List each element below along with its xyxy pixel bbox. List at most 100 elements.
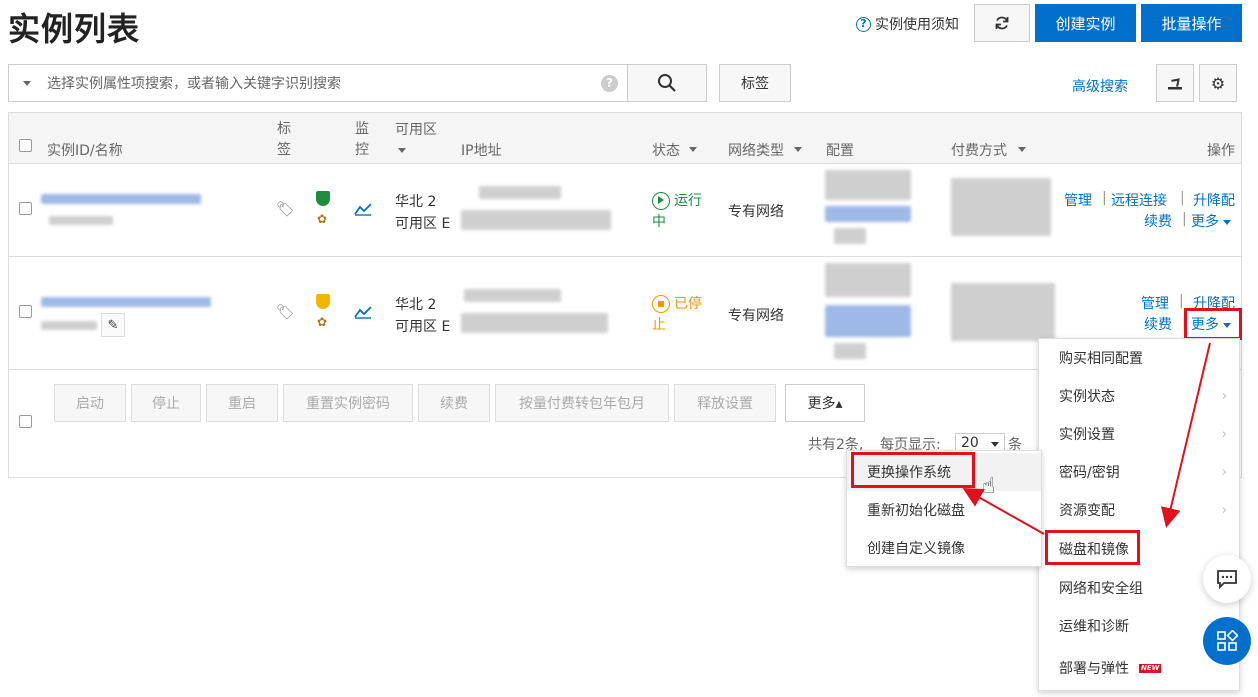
remote-connect-link[interactable]: 远程连接: [1111, 190, 1167, 210]
payment-info: [951, 178, 1051, 236]
status-text: 运行中: [652, 193, 702, 230]
renew-link[interactable]: 续费: [1144, 211, 1172, 231]
per-page-value: 20: [961, 435, 979, 451]
network-type: 专有网络: [728, 308, 784, 324]
row-checkbox[interactable]: [19, 202, 32, 215]
search-input[interactable]: 选择实例属性项搜索，或者输入关键字识别搜索 ?: [8, 64, 628, 102]
highlight-replace-os: [851, 452, 975, 488]
menu-item-buy-same[interactable]: 购买相同配置: [1039, 339, 1239, 377]
more-label: 更多: [1191, 214, 1219, 230]
advanced-search-link[interactable]: 高级搜索: [1072, 76, 1128, 96]
tag-icon[interactable]: 🏷: [276, 200, 295, 218]
plugin-flower-icon[interactable]: ✿: [317, 315, 327, 329]
search-button[interactable]: [627, 64, 707, 102]
batch-renew-button[interactable]: 续费: [418, 384, 490, 422]
search-help-icon[interactable]: ?: [601, 74, 618, 92]
header-zone: 可用区: [395, 122, 437, 138]
convert-billing-button[interactable]: 按量付费转包年包月: [495, 384, 669, 422]
chevron-right-icon: ›: [1221, 464, 1227, 480]
menu-item-instance-status[interactable]: 实例状态 ›: [1039, 377, 1239, 415]
tag-icon[interactable]: 🏷: [276, 303, 295, 321]
menu-item-label: 资源变配: [1059, 503, 1115, 519]
monitor-chart-icon[interactable]: [354, 305, 372, 319]
pencil-icon: ✎: [107, 317, 119, 333]
footer-select-all-checkbox[interactable]: [19, 415, 32, 428]
ip-address-secondary: [461, 313, 608, 333]
edit-name-button[interactable]: ✎: [101, 313, 125, 337]
table-header: 实例ID/名称 标签 监控 可用区 IP地址 状态 网络类型 配置 付费方式 操…: [9, 113, 1241, 164]
menu-item-password-key[interactable]: 密码/密钥 ›: [1039, 453, 1239, 491]
zone-line1: 华北 2: [395, 297, 437, 313]
renew-link[interactable]: 续费: [1144, 314, 1172, 334]
usage-notice-link[interactable]: ? 实例使用须知: [856, 14, 959, 34]
submenu-item-label: 重新初始化磁盘: [867, 503, 965, 519]
network-filter-caret-icon[interactable]: [794, 147, 802, 152]
select-all-checkbox[interactable]: [19, 139, 32, 152]
header-status[interactable]: 状态: [652, 140, 680, 160]
batch-more-button[interactable]: 更多▴: [785, 384, 865, 422]
ip-address-secondary: [461, 210, 611, 230]
separator: |: [1102, 190, 1107, 206]
manage-link[interactable]: 管理: [1141, 293, 1169, 313]
security-shield-icon[interactable]: [316, 191, 330, 206]
payment-info: [951, 283, 1055, 341]
instance-id-link[interactable]: [41, 194, 201, 204]
more-dropdown[interactable]: 更多: [1191, 211, 1232, 231]
reset-password-button[interactable]: 重置实例密码: [283, 384, 413, 422]
monitor-chart-icon[interactable]: [354, 202, 372, 216]
plugin-flower-icon[interactable]: ✿: [317, 212, 327, 226]
header-tag: 标签: [277, 121, 291, 158]
row-checkbox[interactable]: [19, 305, 32, 318]
stop-button[interactable]: 停止: [131, 384, 201, 422]
submenu-item-label: 创建自定义镜像: [867, 541, 965, 557]
config-spec-extra: [834, 343, 866, 359]
release-settings-button[interactable]: 释放设置: [674, 384, 776, 422]
zone-filter-caret-icon[interactable]: [398, 148, 406, 153]
tag-filter-button[interactable]: 标签: [719, 64, 791, 102]
batch-operation-button[interactable]: 批量操作: [1141, 4, 1242, 42]
search-dropdown-caret-icon[interactable]: [23, 80, 31, 86]
chat-button[interactable]: [1203, 555, 1251, 603]
submenu-item-create-image[interactable]: 创建自定义镜像: [847, 529, 1041, 567]
header-payment[interactable]: 付费方式: [951, 140, 1007, 160]
config-spec: [825, 263, 911, 297]
create-instance-button[interactable]: 创建实例: [1035, 4, 1136, 42]
restart-button[interactable]: 重启: [206, 384, 278, 422]
search-placeholder: 选择实例属性项搜索，或者输入关键字识别搜索: [47, 76, 341, 92]
status-filter-caret-icon[interactable]: [689, 147, 697, 152]
apps-grid-icon: [1217, 630, 1238, 651]
zone-line1: 华北 2: [395, 194, 437, 210]
menu-item-resource-change[interactable]: 资源变配 ›: [1039, 491, 1239, 529]
header-network[interactable]: 网络类型: [728, 140, 784, 160]
chevron-right-icon: ›: [1221, 502, 1227, 518]
page-title: 实例列表: [8, 10, 141, 48]
menu-item-instance-settings[interactable]: 实例设置 ›: [1039, 415, 1239, 453]
search-icon: [658, 74, 676, 92]
separator: |: [1179, 293, 1184, 309]
refresh-button[interactable]: [974, 4, 1030, 42]
start-button[interactable]: 启动: [54, 384, 126, 422]
settings-button[interactable]: ⚙: [1199, 64, 1237, 102]
hand-cursor-icon: ☝: [982, 474, 996, 499]
security-shield-icon[interactable]: [316, 294, 330, 309]
highlight-more-dropdown: [1184, 308, 1242, 340]
question-icon: ?: [856, 16, 871, 32]
manage-link[interactable]: 管理: [1064, 190, 1092, 210]
export-icon: [1168, 78, 1182, 90]
menu-item-label: 实例设置: [1059, 427, 1115, 443]
resize-link[interactable]: 升降配: [1193, 190, 1235, 210]
header-monitor: 监控: [355, 121, 369, 158]
new-badge: NEW: [1139, 663, 1162, 673]
submenu-item-reinit-disk[interactable]: 重新初始化磁盘: [847, 491, 1041, 529]
config-spec-link[interactable]: [825, 206, 911, 222]
separator: |: [1182, 211, 1187, 227]
apps-button[interactable]: [1203, 617, 1251, 665]
menu-item-label: 密码/密钥: [1059, 465, 1120, 481]
payment-filter-caret-icon[interactable]: [1018, 147, 1026, 152]
instance-name: [41, 321, 97, 330]
chevron-down-icon: [1223, 219, 1232, 225]
instance-id-link[interactable]: [41, 297, 211, 307]
zone-line2: 可用区 E: [395, 319, 451, 335]
export-button[interactable]: [1156, 64, 1194, 102]
config-spec-link[interactable]: [825, 305, 911, 337]
